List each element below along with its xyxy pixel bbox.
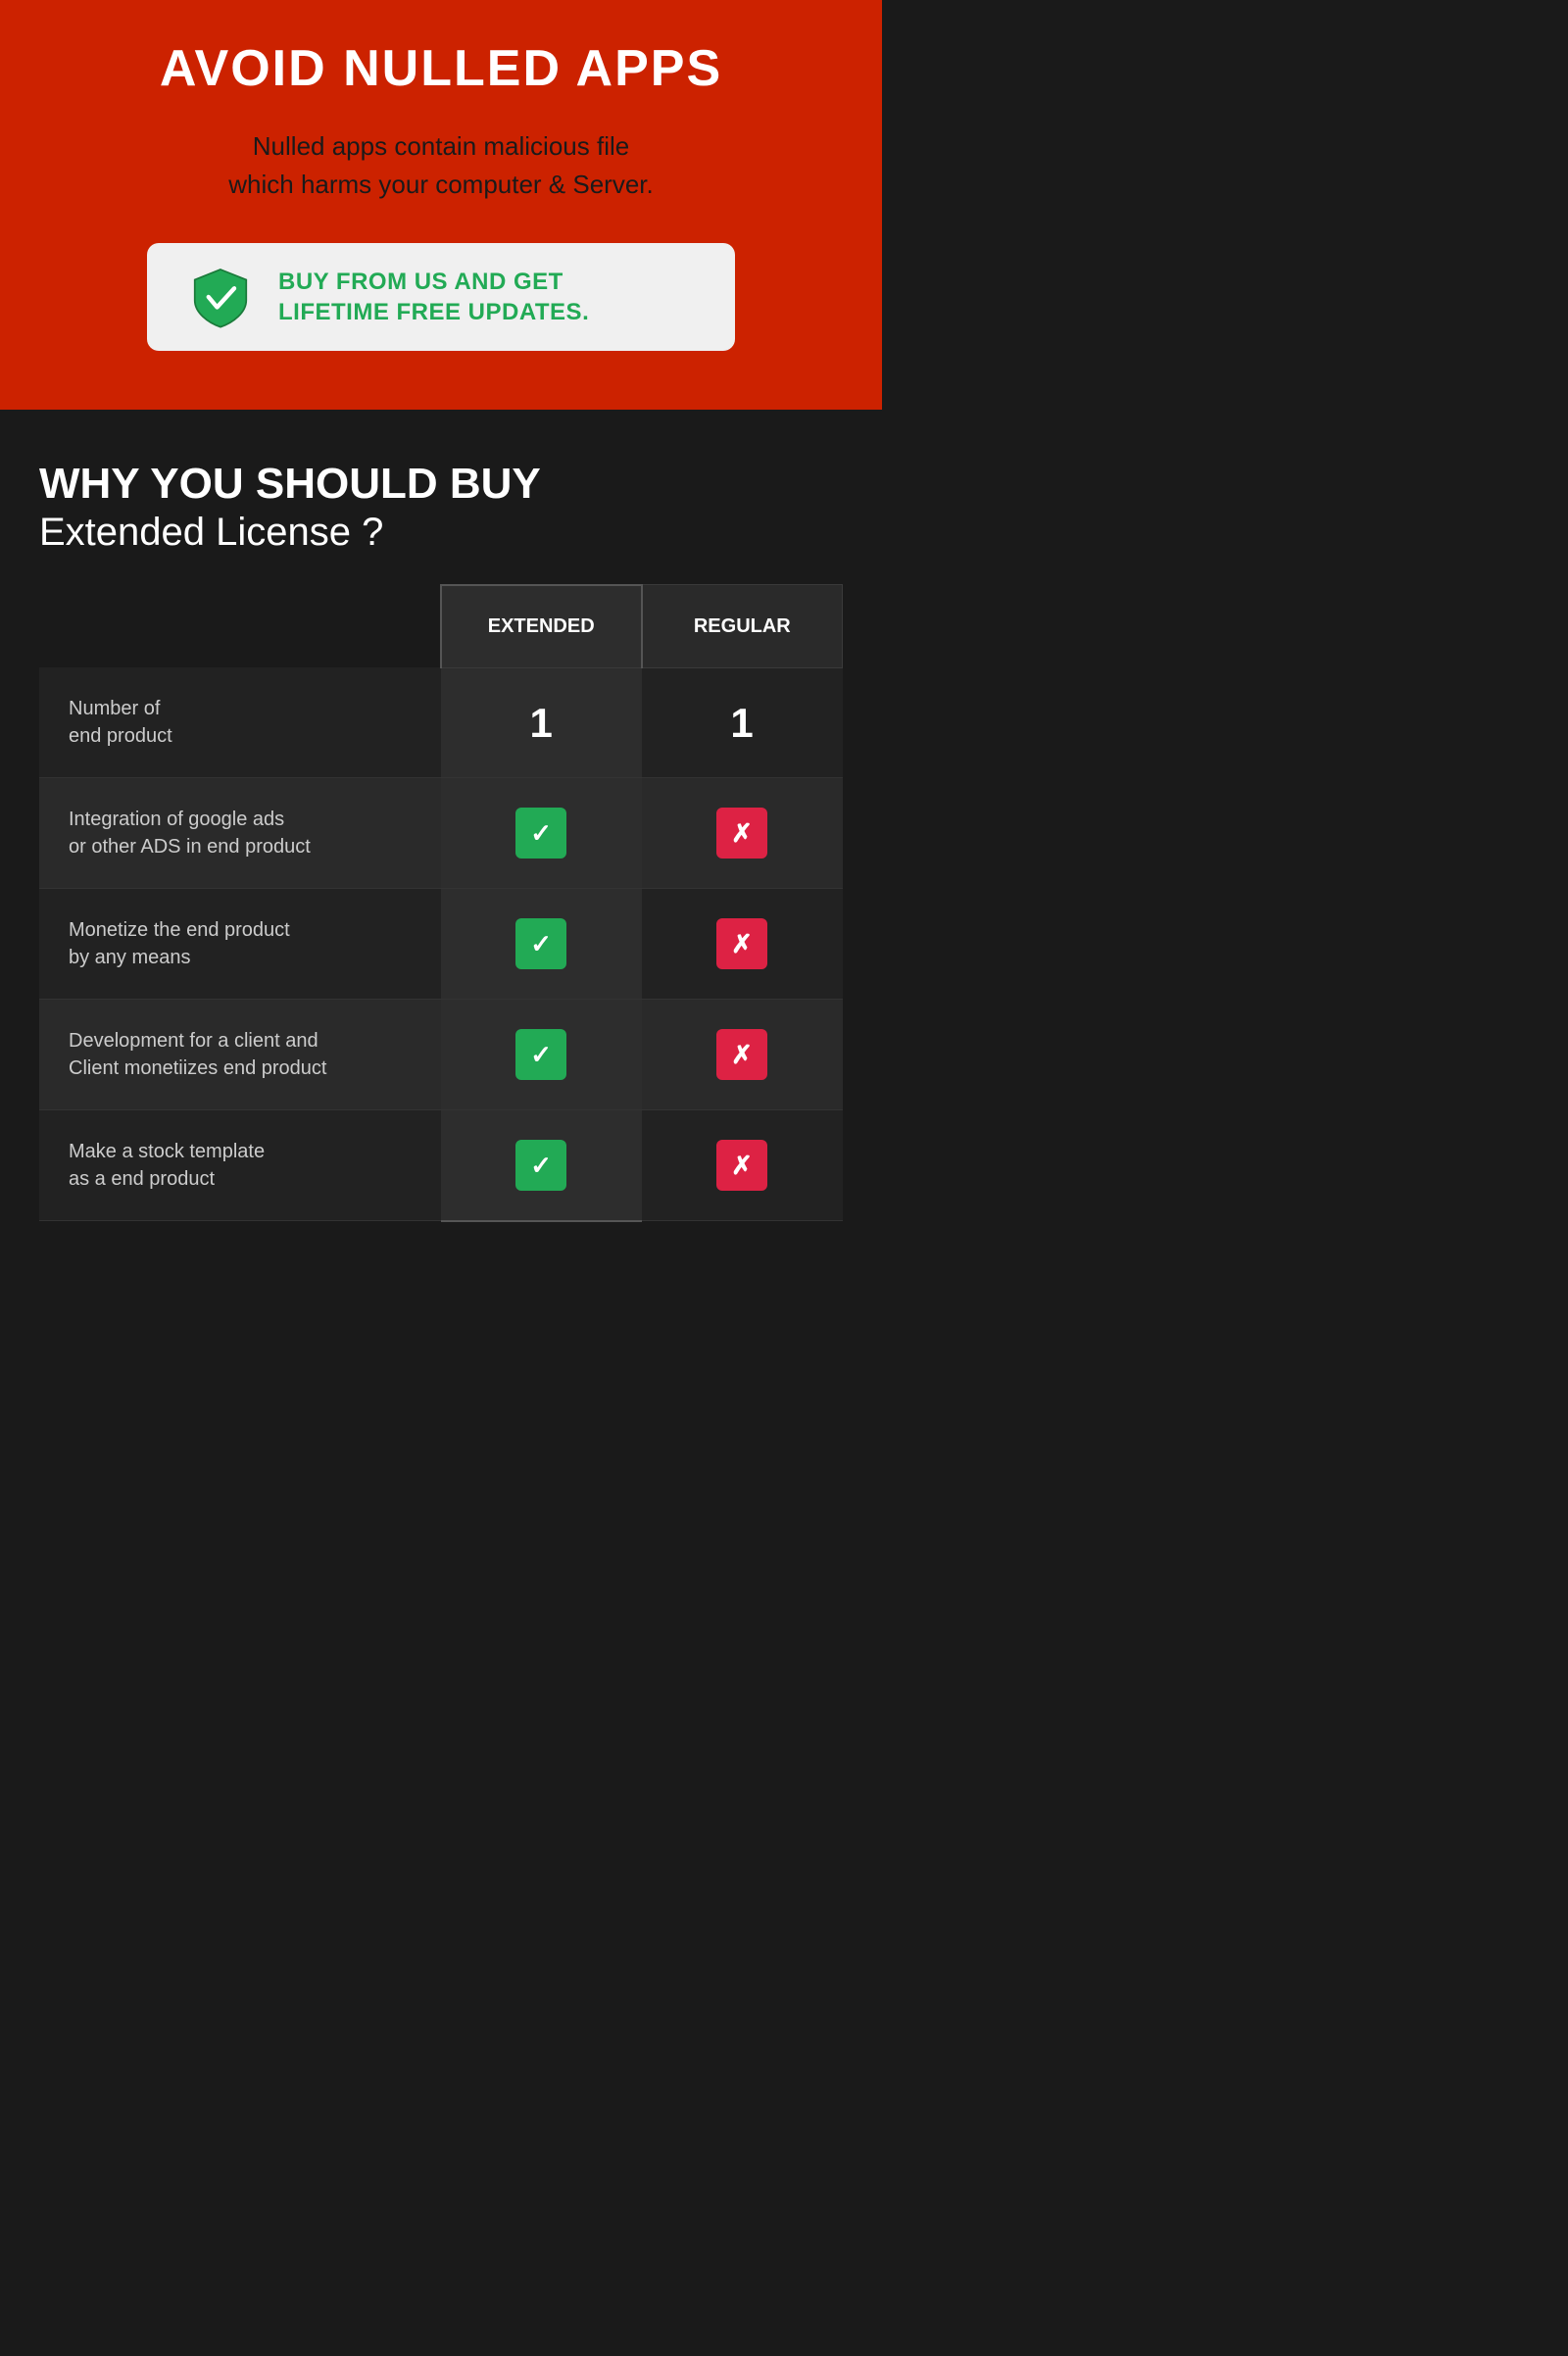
table-body: Number ofend product 1 1 Integration of goo…: [39, 667, 843, 1221]
header-section: AVOID NULLED APPS Nulled apps contain ma…: [0, 0, 882, 410]
regular-value-cell: ✗: [642, 1000, 843, 1110]
feature-cell: Monetize the end productby any means: [39, 889, 441, 1000]
col-regular-header: REGULAR: [642, 585, 843, 668]
feature-cell: Integration of google adsor other ADS in…: [39, 778, 441, 889]
header-subtitle: Nulled apps contain malicious filewhich …: [20, 127, 862, 204]
check-badge: ✓: [515, 1140, 566, 1191]
regular-value-cell: ✗: [642, 778, 843, 889]
table-row: Number ofend product 1 1: [39, 667, 843, 778]
col-feature-header: [39, 585, 441, 668]
cross-badge: ✗: [716, 808, 767, 859]
feature-cell: Number ofend product: [39, 667, 441, 778]
shield-check-icon: [186, 263, 255, 331]
extended-value-cell: ✓: [441, 778, 642, 889]
table-header-row: EXTENDED REGULAR: [39, 585, 843, 668]
cross-badge: ✗: [716, 1029, 767, 1080]
header-title: AVOID NULLED APPS: [20, 39, 862, 98]
why-section: WHY YOU SHOULD BUY Extended License ? EX…: [0, 410, 882, 1242]
cross-badge: ✗: [716, 918, 767, 969]
col-extended-header: EXTENDED: [441, 585, 642, 668]
extended-value-cell: ✓: [441, 1110, 642, 1221]
feature-cell: Make a stock templateas a end product: [39, 1110, 441, 1221]
regular-value-cell: 1: [642, 667, 843, 778]
promo-banner: BUY FROM US AND GET LIFETIME FREE UPDATE…: [147, 243, 735, 351]
table-row: Monetize the end productby any means ✓ ✗: [39, 889, 843, 1000]
check-badge: ✓: [515, 918, 566, 969]
extended-number: 1: [530, 700, 553, 746]
why-title: WHY YOU SHOULD BUY Extended License ?: [39, 459, 843, 555]
comparison-table: EXTENDED REGULAR Number ofend product 1 1 I…: [39, 584, 843, 1222]
check-badge: ✓: [515, 808, 566, 859]
feature-cell: Development for a client andClient monet…: [39, 1000, 441, 1110]
regular-value-cell: ✗: [642, 1110, 843, 1221]
regular-number: 1: [730, 700, 753, 746]
cross-badge: ✗: [716, 1140, 767, 1191]
extended-value-cell: 1: [441, 667, 642, 778]
extended-value-cell: ✓: [441, 889, 642, 1000]
extended-value-cell: ✓: [441, 1000, 642, 1110]
table-row: Integration of google adsor other ADS in…: [39, 778, 843, 889]
table-row: Make a stock templateas a end product ✓ ✗: [39, 1110, 843, 1221]
promo-text: BUY FROM US AND GET LIFETIME FREE UPDATE…: [278, 267, 589, 327]
table-row: Development for a client andClient monet…: [39, 1000, 843, 1110]
regular-value-cell: ✗: [642, 889, 843, 1000]
check-badge: ✓: [515, 1029, 566, 1080]
